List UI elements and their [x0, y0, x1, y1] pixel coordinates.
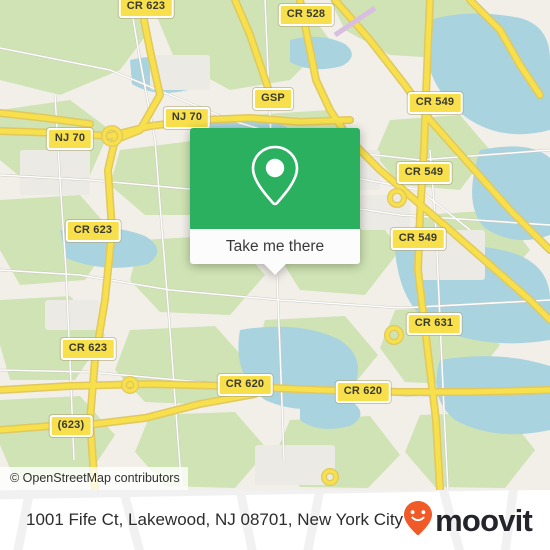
road-shield[interactable]: NJ 70: [163, 107, 211, 129]
road-shield[interactable]: CR 623: [118, 0, 174, 18]
moovit-logo[interactable]: moovit: [403, 500, 533, 541]
popup-footer[interactable]: Take me there: [190, 229, 360, 264]
popup-tail-pointer: [264, 264, 286, 275]
map-pin-icon: [249, 143, 301, 214]
road-shield[interactable]: CR 620: [217, 374, 273, 396]
road-shield[interactable]: CR 528: [278, 4, 334, 26]
take-me-there-label: Take me there: [225, 237, 325, 255]
road-shield[interactable]: GSP: [253, 88, 293, 110]
road-shield[interactable]: CR 549: [390, 228, 446, 250]
road-shield[interactable]: CR 549: [407, 92, 463, 114]
road-shield[interactable]: NJ 70: [46, 128, 94, 150]
map-screenshot: CR 623 CR 528 CR 549 GSP NJ 70 NJ 70 CR …: [0, 0, 550, 550]
moovit-pin-icon: [403, 500, 433, 541]
map-attribution[interactable]: © OpenStreetMap contributors: [0, 467, 188, 490]
address-text: 1001 Fife Ct, Lakewood, NJ 08701, New Yo…: [26, 510, 404, 529]
road-shield[interactable]: CR 623: [60, 338, 116, 360]
road-shield[interactable]: CR 623: [65, 220, 121, 242]
road-shield[interactable]: CR 549: [396, 162, 452, 184]
road-shield[interactable]: CR 631: [406, 313, 462, 335]
road-shield[interactable]: CR 620: [335, 381, 391, 403]
road-shield[interactable]: (623): [49, 415, 93, 437]
location-popup[interactable]: Take me there: [190, 128, 360, 275]
popup-header: [190, 128, 360, 229]
moovit-wordmark: moovit: [435, 502, 533, 538]
footer-bar: 1001 Fife Ct, Lakewood, NJ 08701, New Yo…: [0, 490, 550, 550]
